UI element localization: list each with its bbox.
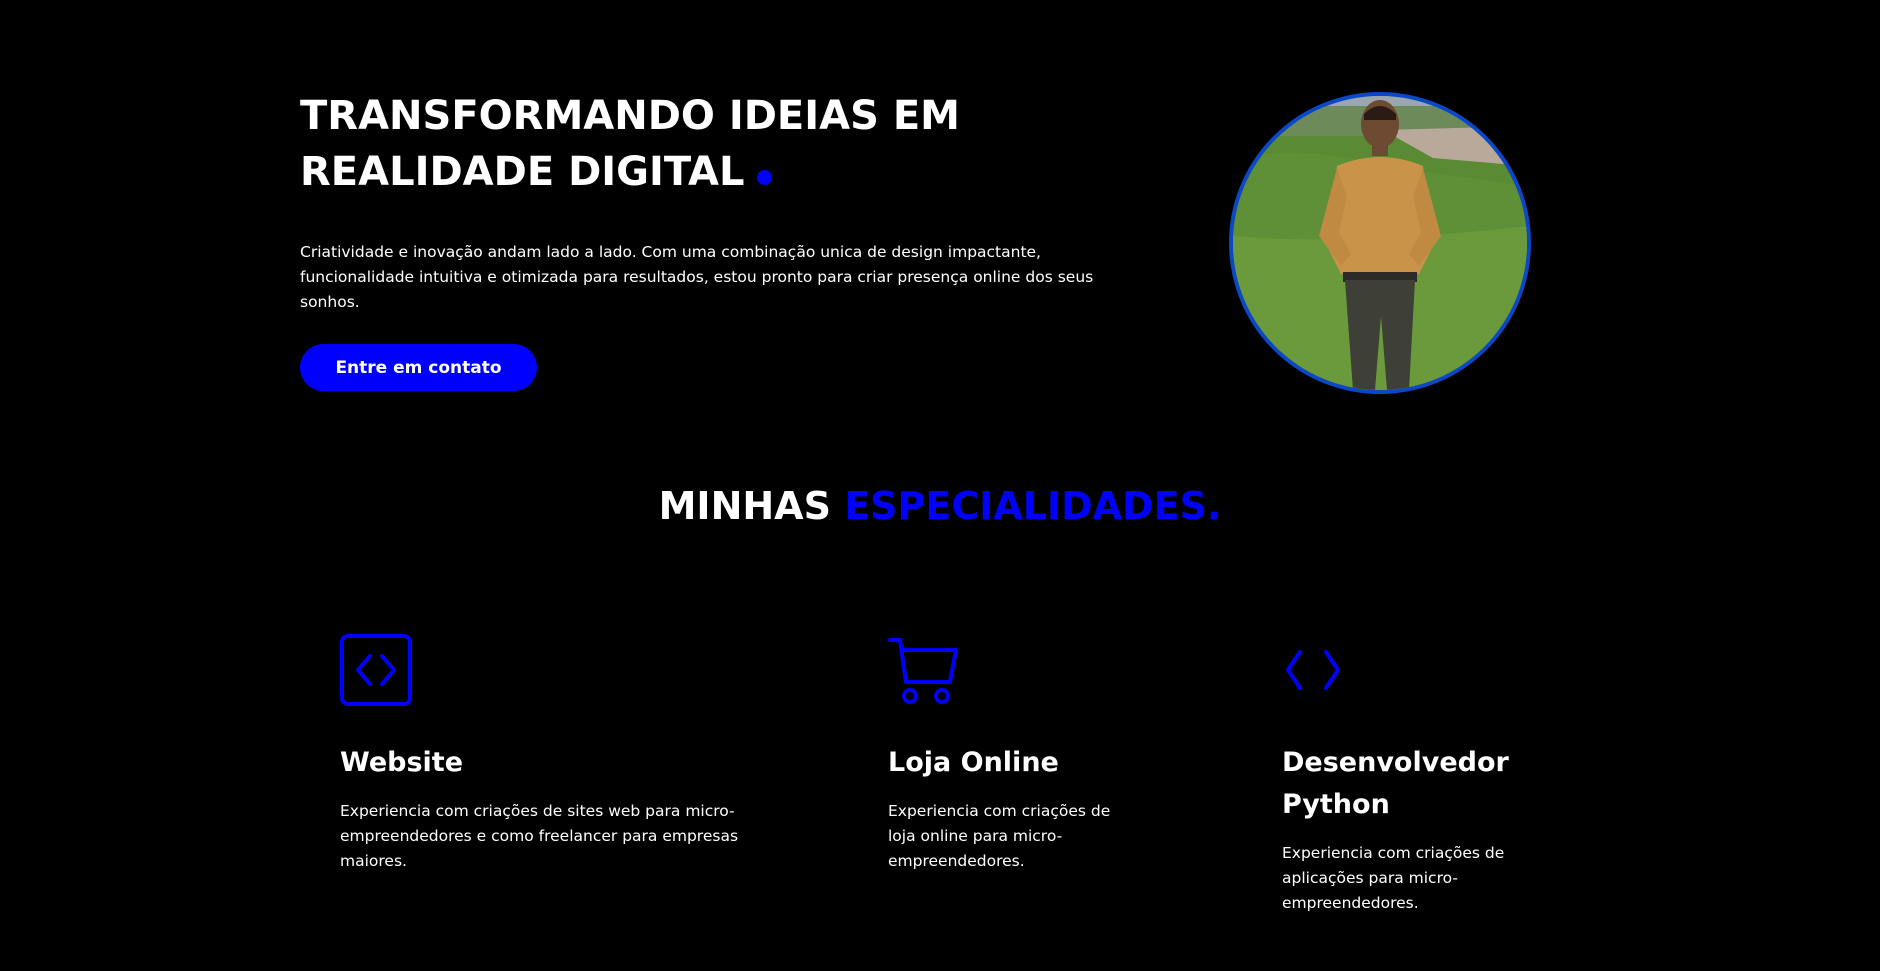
shopping-cart-icon [888, 638, 958, 704]
hero-title-line-1: TRANSFORMANDO IDEIAS EM [300, 93, 960, 139]
specialty-card-online-store: Loja Online Experiencia com criações de … [888, 634, 1138, 870]
specialty-card-python-developer: Desenvolvedor Python Experiencia com cri… [1282, 634, 1532, 912]
profile-avatar [1229, 92, 1531, 394]
specialty-description: Experiencia com criações de loja online … [888, 802, 1111, 870]
contact-button[interactable]: Entre em contato [300, 344, 537, 391]
hero-description: Criatividade e inovação andam lado a lad… [300, 243, 1094, 311]
page: TRANSFORMANDO IDEIAS EM REALIDADE DIGITA… [0, 0, 1880, 971]
hero-section: TRANSFORMANDO IDEIAS EM REALIDADE DIGITA… [300, 88, 1100, 315]
code-square-icon [340, 634, 412, 706]
hero-title-line-2: REALIDADE DIGITAL [300, 144, 1100, 200]
specialties-title: MINHAS ESPECIALIDADES. [0, 480, 1880, 532]
code-brackets-icon [1286, 650, 1340, 690]
specialty-title: Desenvolvedor Python [1282, 742, 1532, 826]
specialty-title-text: Desenvolvedor Python [1282, 747, 1509, 820]
specialty-description: Experiencia com criações de aplicações p… [1282, 844, 1505, 912]
specialty-card-website: Website Experiencia com criações de site… [340, 634, 740, 870]
specialties-title-accent: ESPECIALIDADES. [844, 484, 1222, 528]
profile-photo-icon [1233, 96, 1527, 390]
specialty-title: Loja Online [888, 747, 1059, 778]
hero-title-line-2-text: REALIDADE DIGITAL [300, 149, 745, 195]
specialties-title-white: MINHAS [658, 484, 845, 528]
accent-dot-icon [756, 170, 772, 185]
hero-title: TRANSFORMANDO IDEIAS EM REALIDADE DIGITA… [300, 88, 1100, 200]
specialty-title: Website [340, 747, 464, 778]
specialty-description: Experiencia com criações de sites web pa… [340, 802, 739, 870]
